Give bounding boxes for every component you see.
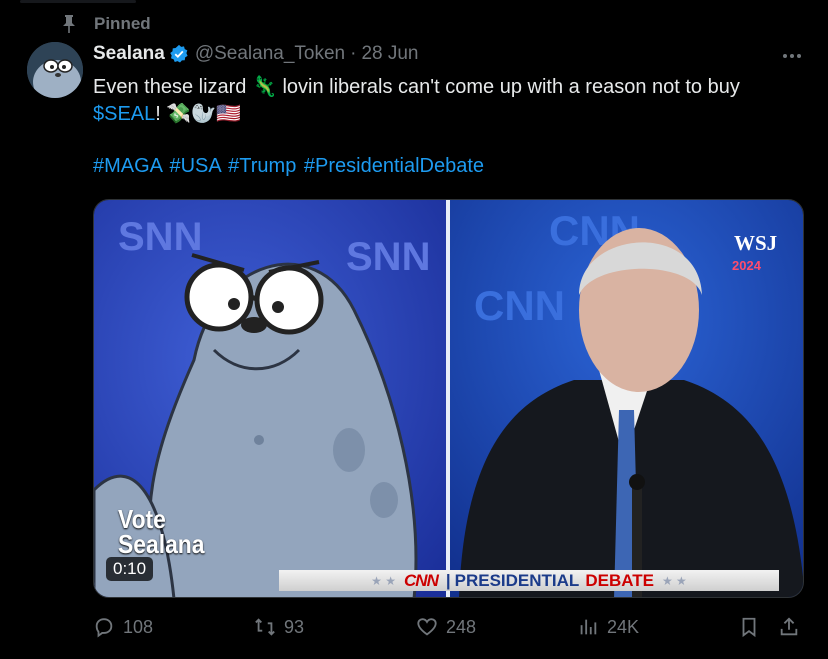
like-count: 248 [446, 616, 477, 637]
right-watermark: CNN [474, 282, 565, 329]
top-divider [20, 0, 136, 3]
tweet-text-part1: Even these lizard [93, 76, 247, 98]
cashtag-link[interactable]: $SEAL [93, 103, 155, 125]
vote-overlay-text: Vote Sealana [118, 506, 205, 559]
banner-debate: DEBATE [585, 570, 654, 590]
left-watermark: SNN [118, 215, 202, 259]
reply-icon [95, 618, 113, 638]
video-player[interactable]: SNN SNN CNN CNN WSJ 2024 Vote Sealana ★ … [93, 199, 804, 598]
share-icon [780, 617, 798, 636]
verified-badge-icon [170, 44, 188, 63]
banner-separator: | [445, 570, 451, 590]
like-button[interactable]: 248 [416, 616, 476, 638]
action-bar: 108 93 248 24K [93, 616, 805, 646]
video-duration: 0:10 [106, 557, 154, 581]
banner-stars-right: ★ ★ [661, 573, 687, 588]
views-count: 24K [607, 616, 640, 637]
cnn-debate-banner: ★ ★ CNN | PRESIDENTIAL DEBATE ★ ★ [279, 570, 779, 591]
wsj-logo: WSJ [734, 231, 777, 255]
author-name[interactable]: Sealana [93, 43, 165, 65]
pin-icon [63, 15, 75, 33]
cnn-logo: CNN [404, 570, 439, 590]
tweet-text: Even these lizard 🦎 lovin liberals can't… [93, 74, 793, 128]
seal-avatar-image [27, 42, 83, 98]
bookmark-icon [742, 617, 756, 638]
repost-count: 93 [284, 616, 305, 637]
header-separator: · [350, 43, 357, 64]
banner-stars-left: ★ ★ [371, 573, 397, 588]
wsj-year: 2024 [732, 258, 762, 273]
views-button[interactable]: 24K [577, 616, 639, 638]
reply-button[interactable]: 108 [93, 616, 153, 638]
bookmark-button[interactable] [738, 616, 768, 638]
lizard-emoji: 🦎 [251, 76, 277, 98]
vote-line2: Sealana [118, 529, 205, 559]
avatar[interactable] [27, 42, 83, 98]
hashtag-links[interactable]: #MAGA #USA #Trump #PresidentialDebate [93, 155, 484, 178]
reply-count: 108 [123, 616, 154, 637]
repost-button[interactable]: 93 [254, 616, 304, 638]
banner-presidential: PRESIDENTIAL [454, 570, 580, 590]
author-handle[interactable]: @Sealana_Token [195, 43, 345, 65]
pinned-indicator: Pinned [62, 14, 151, 34]
tweet-date[interactable]: 28 Jun [361, 43, 418, 65]
more-icon[interactable] [780, 46, 804, 66]
tweet-text-part2: lovin liberals can't come up with a reas… [282, 76, 740, 98]
tweet-header: Sealana @Sealana_Token · 28 Jun [93, 43, 419, 65]
share-button[interactable] [778, 616, 808, 638]
heart-icon [417, 618, 437, 636]
end-emojis: 💸🦭🇺🇸 [166, 103, 242, 125]
left-watermark-2: SNN [346, 235, 430, 279]
pinned-label: Pinned [94, 14, 151, 33]
repost-icon [255, 618, 275, 636]
tweet-text-part3: ! [155, 103, 161, 125]
views-icon [580, 619, 597, 635]
top-fade-bar [0, 0, 140, 6]
